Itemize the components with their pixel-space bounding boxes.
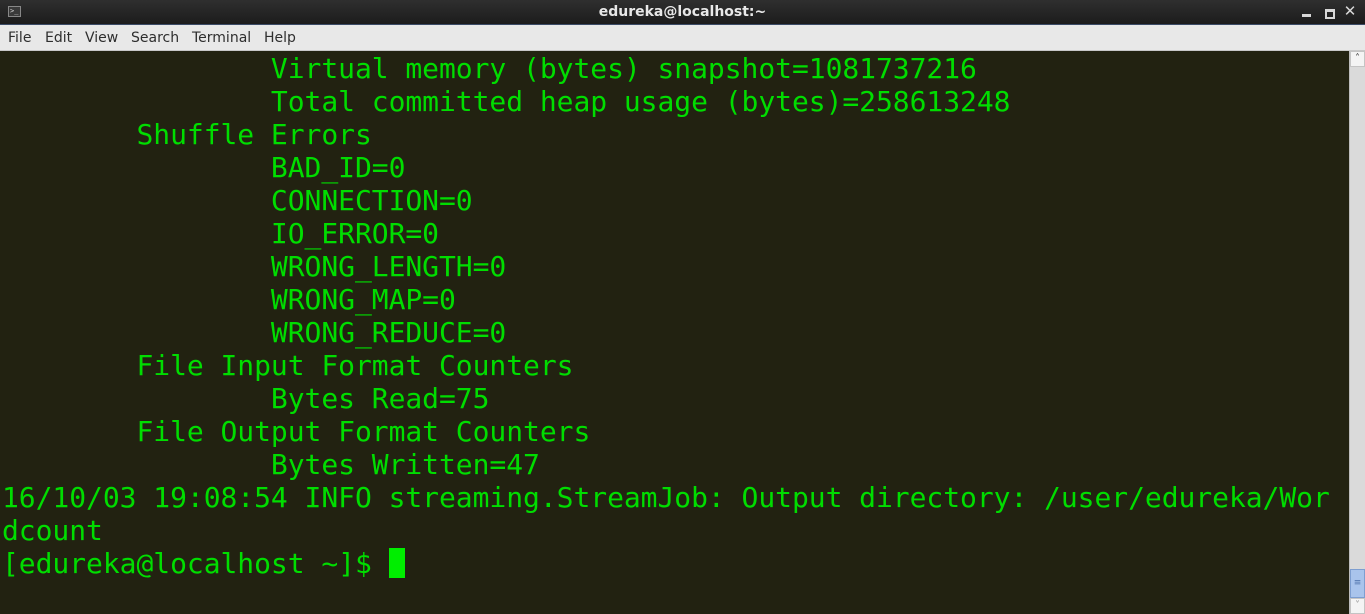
terminal-line: 16/10/03 19:08:54 INFO streaming.StreamJ…	[2, 481, 1330, 514]
terminal-line: File Input Format Counters	[2, 349, 574, 382]
terminal-line: Shuffle Errors	[2, 118, 372, 151]
terminal-output[interactable]: Virtual memory (bytes) snapshot=10817372…	[0, 51, 1349, 614]
text-cursor	[388, 548, 405, 578]
chevron-down-icon: ˅	[1355, 600, 1360, 611]
menu-bar: File Edit View Search Terminal Help	[0, 25, 1365, 51]
menu-help[interactable]: Help	[264, 30, 296, 46]
terminal-prompt-line[interactable]: [edureka@localhost ~]$	[2, 547, 405, 580]
maximize-button[interactable]	[1322, 4, 1336, 19]
terminal-line: Total committed heap usage (bytes)=25861…	[2, 85, 1011, 118]
menu-edit[interactable]: Edit	[45, 30, 72, 46]
terminal-line: IO_ERROR=0	[2, 217, 439, 250]
terminal-line: BAD_ID=0	[2, 151, 406, 184]
menu-view[interactable]: View	[85, 30, 118, 46]
terminal-line: WRONG_MAP=0	[2, 283, 456, 316]
vertical-scrollbar[interactable]: ˄ ≡ ˅	[1349, 51, 1365, 614]
terminal-line: Virtual memory (bytes) snapshot=10817372…	[2, 52, 977, 85]
close-button[interactable]: ✕	[1343, 4, 1357, 19]
terminal-line: dcount	[2, 514, 103, 547]
terminal-line: CONNECTION=0	[2, 184, 473, 217]
scrollbar-thumb[interactable]: ≡	[1350, 569, 1365, 598]
menu-terminal[interactable]: Terminal	[192, 30, 251, 46]
menu-search[interactable]: Search	[131, 30, 179, 46]
terminal-line: Bytes Written=47	[2, 448, 540, 481]
window-title: edureka@localhost:~	[598, 4, 767, 20]
menu-file[interactable]: File	[8, 30, 31, 46]
terminal-line: WRONG_REDUCE=0	[2, 316, 507, 349]
window-titlebar[interactable]: >_ edureka@localhost:~ ✕	[0, 0, 1365, 25]
scroll-down-button[interactable]: ˅	[1350, 598, 1365, 614]
terminal-line: File Output Format Counters	[2, 415, 591, 448]
shell-prompt: [edureka@localhost ~]$	[2, 547, 389, 580]
scroll-up-button[interactable]: ˄	[1350, 51, 1365, 67]
minimize-button[interactable]	[1300, 4, 1314, 18]
grip-icon: ≡	[1353, 578, 1362, 588]
terminal-line: Bytes Read=75	[2, 382, 490, 415]
chevron-up-icon: ˄	[1355, 53, 1360, 64]
terminal-line: WRONG_LENGTH=0	[2, 250, 507, 283]
